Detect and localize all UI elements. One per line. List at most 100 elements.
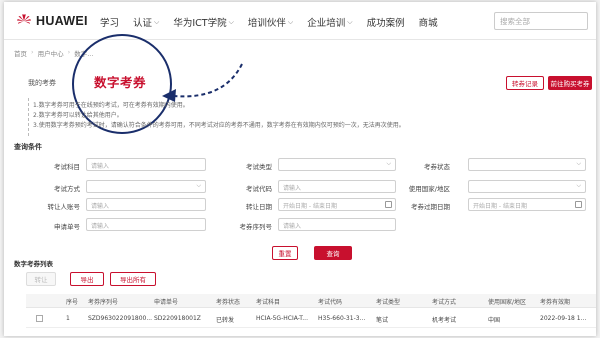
chevron-down-icon: ⌵ bbox=[228, 17, 234, 26]
page-title: 数字考券 bbox=[94, 75, 147, 90]
select-field[interactable]: ⌵ bbox=[468, 180, 586, 193]
breadcrumb-current: 数字... bbox=[74, 50, 94, 58]
chevron-down-icon: ⌵ bbox=[386, 160, 391, 167]
form-label: 转让人账号 bbox=[47, 203, 81, 211]
table-row[interactable]: 1 SZD963022091800... SD220918001Z 已转发 HCIA-5… bbox=[26, 312, 596, 328]
table-cell: 已转发 bbox=[216, 317, 235, 324]
chevron-down-icon: ⌵ bbox=[576, 182, 581, 189]
note-line: 3.使用数字考券预约考试时，请确认符合条件的考券可用，不同考试对应的考券不通用，… bbox=[33, 122, 405, 129]
export-button[interactable]: 导出 bbox=[70, 272, 104, 286]
select-field[interactable]: ⌵ bbox=[86, 180, 206, 193]
note-line: 2.数字考券可以转让给其他用户。 bbox=[33, 112, 123, 119]
column-header: 考券有效期 bbox=[540, 299, 571, 306]
breadcrumb-home[interactable]: 首页 bbox=[14, 48, 27, 58]
breadcrumb-user-center[interactable]: 用户中心 bbox=[38, 48, 64, 58]
column-header: 使用国家/地区 bbox=[488, 299, 527, 306]
text-field[interactable]: 请输入 bbox=[86, 198, 206, 211]
column-header: 考券状态 bbox=[216, 299, 241, 306]
date-range-field[interactable]: 开始日期 - 结束日期 bbox=[468, 198, 586, 211]
notes-box: 1.数字考券可用于在线预约考试，可在考券有效期内使用。 2.数字考券可以转让给其… bbox=[28, 98, 588, 136]
form-label: 考试科目 bbox=[54, 163, 80, 171]
calendar-icon[interactable] bbox=[385, 201, 392, 208]
export-all-button[interactable]: 导出所有 bbox=[110, 272, 156, 286]
nav-item[interactable]: 商城 bbox=[419, 15, 438, 29]
chevron-down-icon: ⌵ bbox=[196, 182, 201, 189]
field-placeholder: 开始日期 - 结束日期 bbox=[283, 203, 337, 210]
text-field[interactable]: 请输入 bbox=[86, 158, 206, 171]
page-label: 我的考券 bbox=[28, 79, 56, 87]
table-cell: SD220918001Z bbox=[154, 315, 201, 322]
nav-item[interactable]: 成功案例 bbox=[367, 15, 405, 29]
column-header: 考券序列号 bbox=[88, 299, 119, 306]
form-label: 考券过期日期 bbox=[411, 203, 450, 211]
field-placeholder: 请输入 bbox=[91, 223, 110, 230]
breadcrumb: 首页 › 用户中心 › 数字... bbox=[14, 48, 93, 58]
table-cell: 1 bbox=[66, 315, 70, 322]
nav-item-label: 企业培训 bbox=[307, 18, 346, 29]
text-field[interactable]: 请输入 bbox=[278, 180, 396, 193]
nav-item[interactable]: 企业培训 ⌵ bbox=[307, 15, 353, 30]
nav-item-label: 培训伙伴 bbox=[247, 18, 286, 29]
transfer-button[interactable]: 转让 bbox=[26, 272, 56, 286]
table-cell: 机考考试 bbox=[432, 317, 457, 324]
chevron-down-icon: ⌵ bbox=[347, 17, 353, 26]
form-label: 申请单号 bbox=[54, 223, 80, 231]
query-section-title: 查询条件 bbox=[14, 143, 42, 151]
breadcrumb-separator: › bbox=[67, 48, 71, 56]
column-header: 考试方式 bbox=[432, 299, 457, 306]
note-line: 1.数字考券可用于在线预约考试，可在考券有效期内使用。 bbox=[33, 102, 189, 109]
field-placeholder: 请输入 bbox=[91, 203, 110, 210]
logo-text: HUAWEI bbox=[36, 14, 88, 28]
page-frame: HUAWEI 学习 认证 ⌵ 华为ICT学院 ⌵ 培训伙伴 ⌵ 企业培训 ⌵ 成功案例 商城 搜索全… bbox=[4, 2, 596, 336]
transfer-records-button[interactable]: 转券记录 bbox=[506, 76, 544, 90]
text-field[interactable]: 请输入 bbox=[278, 218, 396, 231]
field-placeholder: 开始日期 - 结束日期 bbox=[473, 203, 527, 210]
column-header: 考试代码 bbox=[318, 299, 343, 306]
form-label: 转让日期 bbox=[246, 203, 272, 211]
column-header: 申请单号 bbox=[154, 299, 179, 306]
date-range-field[interactable]: 开始日期 - 结束日期 bbox=[278, 198, 396, 211]
buy-voucher-button[interactable]: 前往购买考券 bbox=[548, 76, 592, 90]
nav-item-label: 成功案例 bbox=[366, 18, 405, 29]
nav-item[interactable]: 华为ICT学院 ⌵ bbox=[173, 15, 234, 30]
query-button[interactable]: 查询 bbox=[314, 246, 352, 260]
nav-item-label: 商城 bbox=[418, 18, 438, 29]
top-navbar: HUAWEI 学习 认证 ⌵ 华为ICT学院 ⌵ 培训伙伴 ⌵ 企业培训 ⌵ 成功案例 商城 搜索全… bbox=[4, 2, 596, 40]
form-label: 使用国家/地区 bbox=[408, 185, 450, 193]
table-cell: 中国 bbox=[488, 317, 501, 324]
table-cell: H35-660-31-3... bbox=[318, 315, 366, 322]
table-header: 序号 考券序列号 申请单号 考券状态 考试科目 考试代码 考试类型 考试方式 使用国家/地区 考券… bbox=[26, 294, 596, 308]
column-header: 序号 bbox=[66, 299, 79, 306]
field-placeholder: 请输入 bbox=[283, 223, 302, 230]
nav-item[interactable]: 学习 bbox=[100, 15, 119, 29]
huawei-logo[interactable]: HUAWEI bbox=[16, 13, 88, 29]
chevron-down-icon: ⌵ bbox=[154, 17, 160, 26]
select-field[interactable]: ⌵ bbox=[468, 158, 586, 171]
nav-item-label: 认证 bbox=[133, 18, 153, 29]
text-field[interactable]: 请输入 bbox=[86, 218, 206, 231]
form-label: 考券序列号 bbox=[239, 223, 273, 231]
table-cell: SZD963022091800... bbox=[88, 315, 153, 322]
huawei-flower-icon bbox=[17, 14, 31, 24]
table-cell: 2022-09-18 1... bbox=[540, 315, 587, 322]
main-nav: 学习 认证 ⌵ 华为ICT学院 ⌵ 培训伙伴 ⌵ 企业培训 ⌵ 成功案例 商城 bbox=[100, 15, 438, 30]
nav-item[interactable]: 培训伙伴 ⌵ bbox=[247, 15, 293, 30]
form-label: 考券状态 bbox=[424, 163, 450, 171]
breadcrumb-separator: › bbox=[31, 48, 34, 56]
reset-button[interactable]: 重置 bbox=[272, 246, 298, 260]
chevron-down-icon: ⌵ bbox=[576, 160, 581, 167]
select-field[interactable]: ⌵ bbox=[278, 158, 396, 171]
form-label: 考试代码 bbox=[246, 185, 272, 193]
nav-item-label: 华为ICT学院 bbox=[173, 18, 227, 29]
search-input[interactable]: 搜索全部 bbox=[494, 12, 588, 30]
nav-item-label: 学习 bbox=[100, 18, 120, 29]
field-placeholder: 请输入 bbox=[283, 185, 302, 192]
row-checkbox[interactable] bbox=[36, 315, 43, 322]
form-label: 考试方式 bbox=[54, 185, 80, 193]
nav-item[interactable]: 认证 ⌵ bbox=[133, 15, 160, 30]
table-cell: 笔试 bbox=[376, 317, 389, 324]
table-cell: HCIA-5G-HCIA-T... bbox=[256, 315, 308, 322]
calendar-icon[interactable] bbox=[575, 201, 582, 208]
field-placeholder: 请输入 bbox=[91, 163, 110, 170]
column-header: 考试科目 bbox=[256, 299, 281, 306]
